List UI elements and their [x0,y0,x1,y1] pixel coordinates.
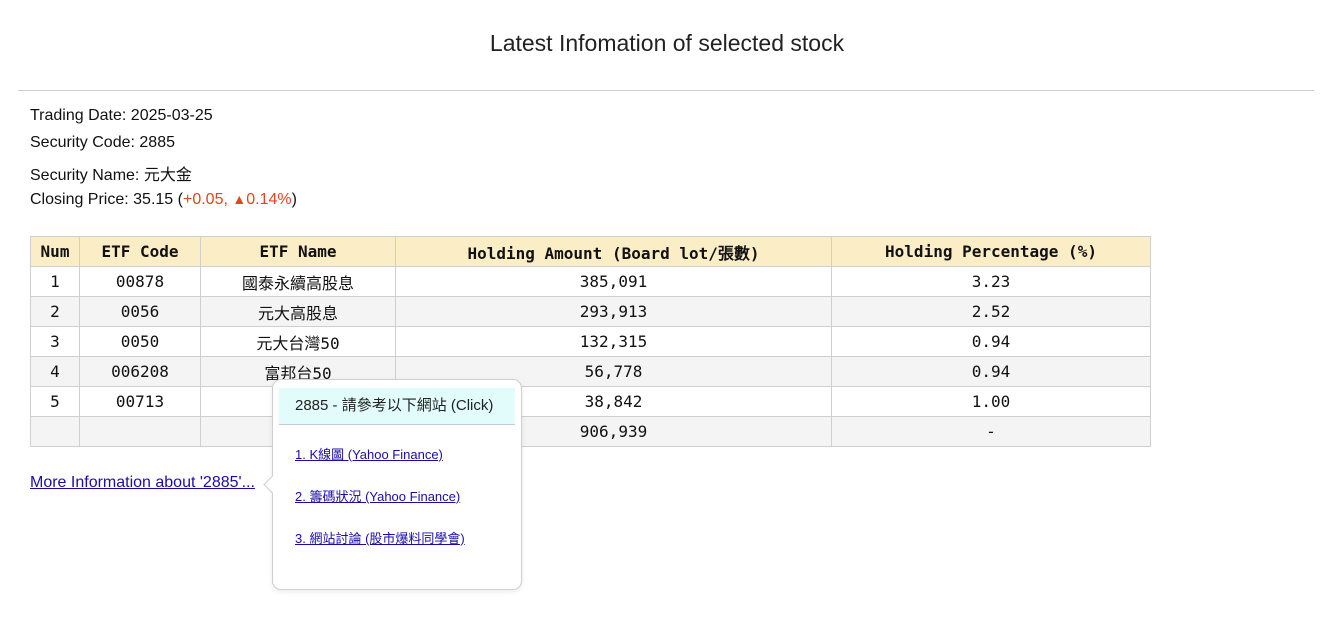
security-code-label: Security Code: [30,134,140,151]
cell-etf-name: 元大台灣50 [200,326,396,357]
closing-price-value: 35.15 [133,191,174,208]
cell-num: 3 [30,326,80,357]
cell-num: 2 [30,296,80,327]
cell-holding-percentage: 3.23 [831,266,1151,297]
table-row: 1 00878 國泰永續高股息 385,091 3.23 [30,266,1151,297]
cell-etf-code: 0056 [79,296,201,327]
cell-holding-percentage: 0.94 [831,326,1151,357]
cell-holding-percentage: 0.94 [831,356,1151,387]
up-triangle-icon: ▲ [232,191,247,207]
popover-arrow [263,475,282,494]
popover-title: 2885 - 請參考以下網站 (Click) [279,388,515,425]
forum-discussion-link[interactable]: 3. 網站討論 (股市爆料同學會) [295,528,465,547]
cell-holding-amount: 385,091 [395,266,832,297]
cell-total-holding-percentage: - [831,416,1151,447]
security-code-value: 2885 [139,134,175,151]
column-header-holding-percentage: Holding Percentage (%) [831,236,1151,267]
more-info-popover: 2885 - 請參考以下網站 (Click) 1. K線圖 (Yahoo Fin… [263,379,522,590]
cell-holding-amount: 132,315 [395,326,832,357]
table-row: 5 00713 元大台 38,842 1.00 [30,386,1151,417]
cell-num: 4 [30,356,80,387]
price-change-percent: 0.14% [246,191,292,208]
table-header-row: Num ETF Code ETF Name Holding Amount (Bo… [30,236,1151,267]
chip-status-link[interactable]: 2. 籌碼狀況 (Yahoo Finance) [295,486,460,505]
page: Latest Infomation of selected stock Trad… [0,0,1334,624]
cell-holding-percentage: 1.00 [831,386,1151,417]
cell-etf-code: 00878 [79,266,201,297]
column-header-holding-amount: Holding Amount (Board lot/張數) [395,236,832,267]
k-chart-link[interactable]: 1. K線圖 (Yahoo Finance) [295,444,443,463]
trading-date-label: Trading Date: [30,107,131,124]
trading-date-value: 2025-03-25 [130,107,213,124]
etf-holdings-table: Num ETF Code ETF Name Holding Amount (Bo… [30,236,1151,447]
cell-num: 5 [30,386,80,417]
closing-price-label: Closing Price: [30,191,134,208]
cell-etf-code: 00713 [79,386,201,417]
cell-num: 1 [30,266,80,297]
cell-holding-amount: 293,913 [395,296,832,327]
divider [18,90,1314,91]
more-information-link[interactable]: More Information about '2885'... [30,474,255,492]
table-row: 2 0056 元大高股息 293,913 2.52 [30,296,1151,327]
security-name-value: 元大金 [143,167,192,184]
table-total-row: 906,939 - [30,416,1151,447]
cell-etf-code [79,416,201,447]
table-row: 4 006208 富邦台50 56,778 0.94 [30,356,1151,387]
column-header-etf-code: ETF Code [79,236,201,267]
cell-etf-code: 0050 [79,326,201,357]
security-code-line: Security Code: 2885 [30,134,175,152]
cell-holding-percentage: 2.52 [831,296,1151,327]
security-name-label: Security Name: [30,167,144,184]
cell-etf-name: 國泰永續高股息 [200,266,396,297]
column-header-num: Num [30,236,80,267]
cell-num [30,416,80,447]
price-change: +0.05, [182,191,228,208]
closing-price-line: Closing Price: 35.15 (+0.05, ▲0.14%) [30,191,297,208]
trading-date-line: Trading Date: 2025-03-25 [30,107,213,125]
column-header-etf-name: ETF Name [200,236,396,267]
cell-etf-code: 006208 [79,356,201,387]
cell-etf-name: 元大高股息 [200,296,396,327]
security-name-line: Security Name: 元大金 [30,161,192,185]
table-row: 3 0050 元大台灣50 132,315 0.94 [30,326,1151,357]
page-title: Latest Infomation of selected stock [489,30,845,56]
